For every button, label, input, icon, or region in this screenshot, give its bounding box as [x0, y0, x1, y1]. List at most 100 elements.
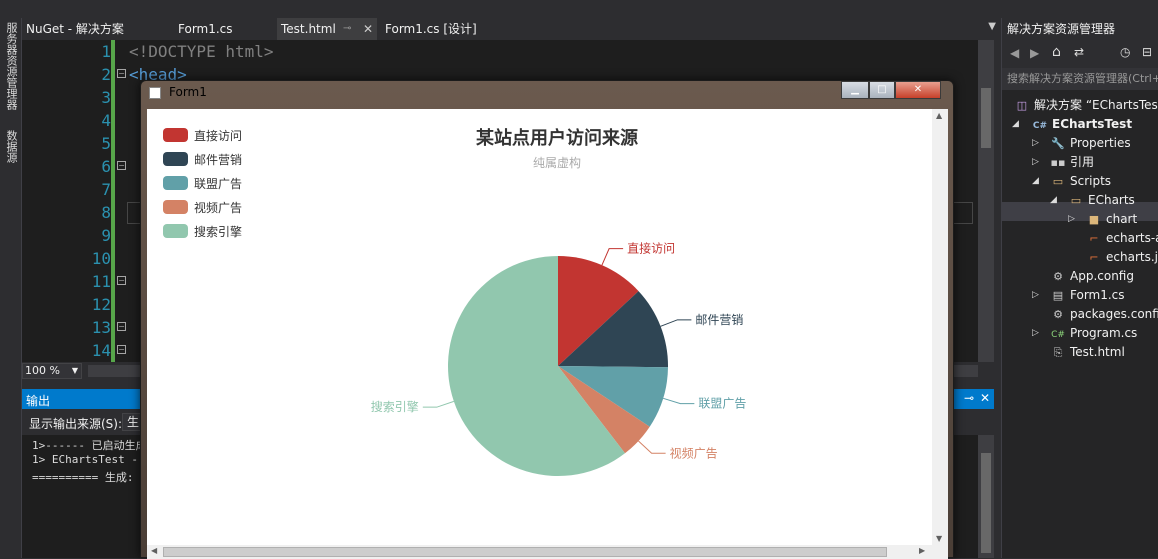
output-source-value: 生 [127, 415, 140, 429]
chart-subtitle: 纯属虚构 [533, 155, 581, 170]
tree-node-app-config[interactable]: ⚙ App.config [1050, 267, 1134, 286]
tab-dropdown-icon[interactable]: ▼ [988, 21, 996, 32]
js-file-icon: ⌐ [1089, 232, 1099, 245]
tree-node-chart[interactable]: ■ chart [1086, 210, 1137, 229]
legend-swatch[interactable] [163, 176, 188, 190]
side-tab-server-explorer[interactable]: 服务器资源管理器 [3, 22, 19, 110]
maximize-button[interactable]: □ [869, 81, 895, 99]
tree-node-packages-config[interactable]: ⚙ packages.config [1050, 305, 1158, 324]
folder-open-icon: ▭ [1070, 194, 1082, 207]
slice-label: 联盟广告 [698, 397, 746, 411]
tab-test-html-label: Test.html [281, 22, 336, 36]
close-icon[interactable]: ✕ [980, 391, 990, 405]
legend-label[interactable]: 搜索引擎 [194, 224, 242, 239]
form1-window[interactable]: Form1 ▁ □ ✕ 某站点用户访问来源 纯属虚构 直接访问 邮件营销 联盟广告视… [140, 80, 954, 559]
outline-margin: − − − − − [117, 40, 129, 362]
expand-arrow-icon[interactable]: ◢ [1012, 115, 1019, 134]
slice-label: 邮件营销 [695, 313, 743, 327]
expand-arrow-icon[interactable]: ▷ [1032, 134, 1039, 153]
line-number: 3 [101, 88, 111, 107]
scroll-down-icon[interactable]: ▼ [936, 534, 942, 543]
scroll-thumb[interactable] [163, 547, 887, 557]
forward-icon[interactable]: ▶ [1030, 46, 1039, 60]
expand-arrow-icon[interactable]: ▷ [1032, 286, 1039, 305]
expand-arrow-icon[interactable]: ◢ [1050, 191, 1057, 210]
legend-label[interactable]: 联盟广告 [194, 177, 242, 191]
slice-label: 视频广告 [670, 445, 718, 460]
line-number: 11 [91, 272, 111, 291]
tab-nuget[interactable]: NuGet - 解决方案 [22, 18, 172, 40]
scroll-thumb[interactable] [981, 453, 991, 553]
expand-arrow-icon[interactable]: ▷ [1068, 210, 1075, 229]
scroll-right-icon[interactable]: ▶ [919, 546, 925, 555]
collapse-all-icon[interactable]: ⊟ [1142, 45, 1152, 59]
sync-icon[interactable]: ⇄ [1074, 45, 1084, 59]
back-icon[interactable]: ◀ [1010, 46, 1019, 60]
home-icon[interactable]: ⌂ [1052, 44, 1061, 60]
legend-label[interactable]: 视频广告 [194, 200, 242, 215]
tree-node-references[interactable]: ▪▪ 引用 [1050, 153, 1094, 172]
document-tab-bar: NuGet - 解决方案 Form1.cs Test.html ⊸ ✕ Form… [22, 18, 1000, 40]
output-scrollbar[interactable] [978, 435, 994, 558]
close-button[interactable]: ✕ [895, 81, 941, 99]
solution-explorer-title: 解决方案资源管理器 [1002, 18, 1158, 40]
close-icon[interactable]: ✕ [363, 18, 373, 40]
line-number: 8 [101, 203, 111, 222]
chart-title: 某站点用户访问来源 [476, 127, 638, 148]
form-icon [149, 87, 161, 99]
tab-form1-cs[interactable]: Form1.cs [174, 18, 274, 40]
collapse-icon[interactable]: − [117, 345, 126, 354]
collapse-icon[interactable]: − [117, 69, 126, 78]
side-tab-strip: 服务器资源管理器 数据源 [0, 18, 22, 558]
scroll-thumb[interactable] [981, 88, 991, 148]
legend-swatch[interactable] [163, 224, 188, 238]
expand-arrow-icon[interactable]: ▷ [1032, 153, 1039, 172]
output-title: 输出 [26, 394, 51, 408]
label-line [422, 400, 455, 408]
slice-label: 搜索引擎 [371, 399, 419, 414]
tree-node-program-cs[interactable]: C# Program.cs [1050, 324, 1137, 343]
tree-node-scripts[interactable]: ▭ Scripts [1050, 172, 1111, 191]
config-icon: ⚙ [1053, 308, 1063, 321]
collapse-icon[interactable]: − [117, 161, 126, 170]
collapse-icon[interactable]: − [117, 276, 126, 285]
tree-node-solution[interactable]: ◫ 解决方案 “EChartsTest” [1014, 96, 1158, 115]
wrench-icon: 🔧 [1051, 137, 1065, 150]
legend-label[interactable]: 邮件营销 [194, 153, 242, 167]
legend-label[interactable]: 直接访问 [194, 128, 242, 143]
line-number: 2 [101, 65, 111, 84]
tree-node-project[interactable]: C# EChartsTest [1032, 115, 1132, 134]
legend-swatch[interactable] [163, 200, 188, 214]
output-source-label: 显示输出来源(S): [29, 417, 123, 431]
solution-search-input[interactable]: 搜索解决方案资源管理器(Ctrl+;) [1002, 68, 1158, 90]
editor-vertical-scrollbar[interactable] [978, 40, 994, 362]
tree-node-form1-cs[interactable]: ▤ Form1.cs [1050, 286, 1125, 305]
line-number: 12 [91, 295, 111, 314]
legend-swatch[interactable] [163, 152, 188, 166]
scroll-left-icon[interactable]: ◀ [151, 546, 157, 555]
line-number: 6 [101, 157, 111, 176]
tab-test-html[interactable]: Test.html ⊸ ✕ [277, 18, 377, 40]
zoom-select[interactable]: 100 % ▼ [22, 363, 82, 379]
folder-icon: ■ [1088, 213, 1100, 226]
pin-icon[interactable]: ⊸ [964, 391, 974, 405]
tree-node-echarts[interactable]: ▭ ECharts [1068, 191, 1135, 210]
tree-node-test-html[interactable]: ⎘ Test.html [1050, 343, 1125, 362]
tree-node-echarts-a[interactable]: ⌐ echarts-a [1086, 229, 1158, 248]
tree-node-properties[interactable]: 🔧 Properties [1050, 134, 1131, 153]
output-line: 1> EChartsTest - [32, 453, 138, 466]
minimize-button[interactable]: ▁ [841, 81, 869, 99]
collapse-icon[interactable]: − [117, 322, 126, 331]
tree-node-echarts-js[interactable]: ⌐echarts.js [1086, 248, 1158, 267]
side-tab-data-sources[interactable]: 数据源 [3, 130, 19, 163]
form-horizontal-scrollbar[interactable]: ◀ ▶ [147, 545, 948, 559]
expand-arrow-icon[interactable]: ▷ [1032, 324, 1039, 343]
form-vertical-scrollbar[interactable]: ▲ ▼ [932, 109, 948, 545]
expand-arrow-icon[interactable]: ◢ [1032, 172, 1039, 191]
pin-icon[interactable]: ⊸ [343, 18, 351, 40]
tab-form1-designer[interactable]: Form1.cs [设计] [381, 18, 521, 40]
legend-swatch[interactable] [163, 128, 188, 142]
folder-icon: ▭ [1052, 175, 1064, 188]
history-icon[interactable]: ◷ [1120, 45, 1130, 59]
scroll-up-icon[interactable]: ▲ [936, 111, 942, 120]
